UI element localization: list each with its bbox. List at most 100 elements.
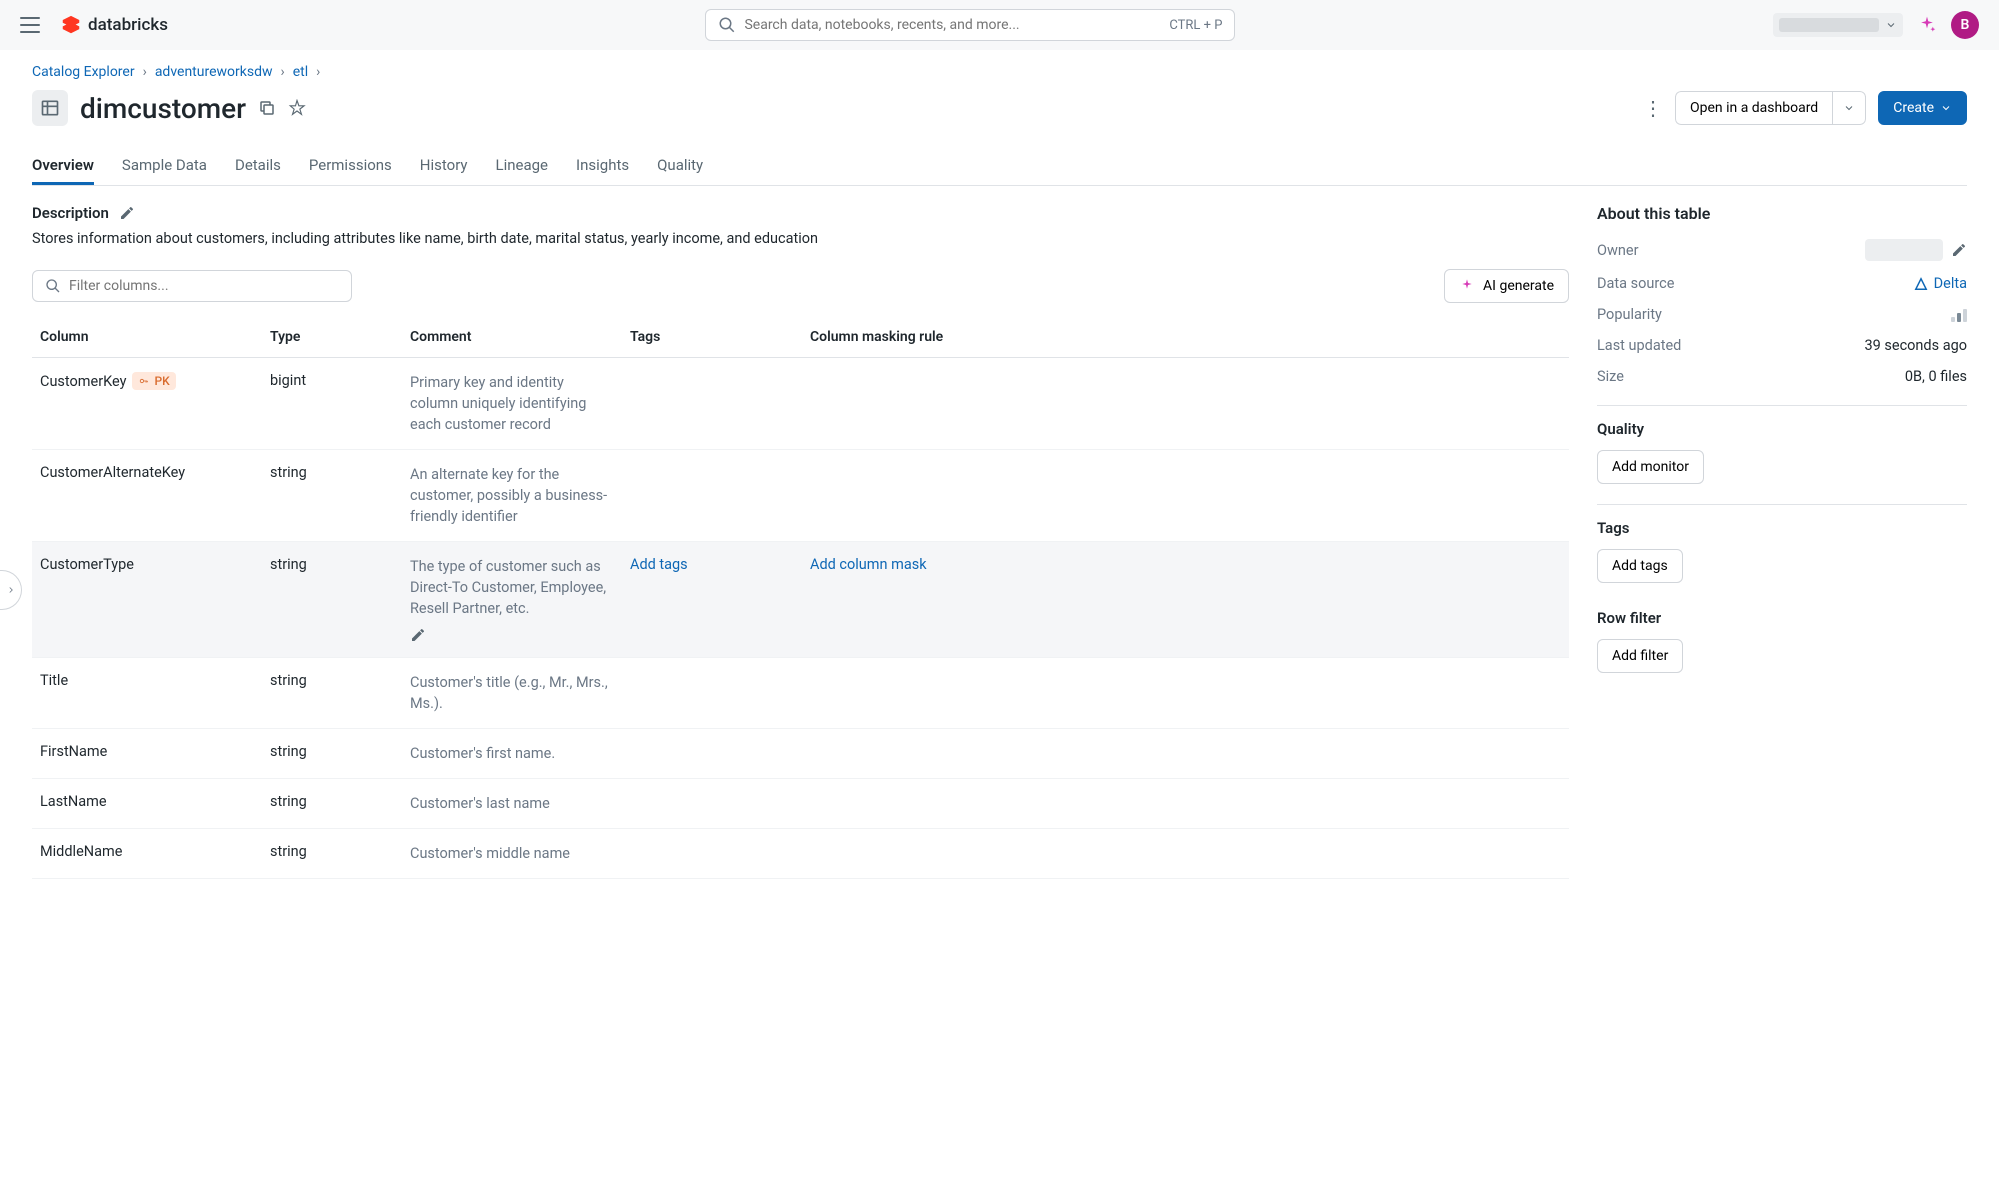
tab-details[interactable]: Details	[235, 148, 281, 185]
copy-icon[interactable]	[258, 99, 276, 117]
tags-section-title: Tags	[1597, 504, 1967, 537]
filter-row: AI generate	[32, 269, 1569, 303]
breadcrumb-item[interactable]: adventureworksdw	[155, 64, 273, 80]
description-text: Stores information about customers, incl…	[32, 230, 1569, 247]
open-dashboard-button[interactable]: Open in a dashboard	[1675, 91, 1832, 125]
about-title: About this table	[1597, 204, 1967, 223]
size-label: Size	[1597, 368, 1624, 385]
table-row[interactable]: LastName string Customer's last name	[32, 779, 1569, 829]
last-updated-value: 39 seconds ago	[1865, 337, 1968, 354]
create-button[interactable]: Create	[1878, 91, 1967, 125]
search-wrap: CTRL + P	[188, 9, 1753, 41]
column-comment: Customer's first name.	[410, 743, 610, 764]
tabs: Overview Sample Data Details Permissions…	[32, 148, 1967, 186]
tab-history[interactable]: History	[420, 148, 468, 185]
tab-permissions[interactable]: Permissions	[309, 148, 392, 185]
column-type: string	[262, 542, 402, 658]
column-name: MiddleName	[32, 829, 262, 879]
search-icon	[45, 278, 61, 294]
popularity-bars	[1951, 308, 1967, 322]
add-monitor-button[interactable]: Add monitor	[1597, 450, 1704, 484]
column-comment: An alternate key for the customer, possi…	[410, 464, 610, 527]
tab-lineage[interactable]: Lineage	[496, 148, 549, 185]
open-dashboard-split: Open in a dashboard	[1675, 91, 1866, 125]
column-name: CustomerAlternateKey	[32, 450, 262, 542]
tab-overview[interactable]: Overview	[32, 148, 94, 185]
column-comment: Primary key and identity column uniquely…	[410, 372, 610, 435]
col-header-mask[interactable]: Column masking rule	[802, 317, 1569, 358]
tab-quality[interactable]: Quality	[657, 148, 703, 185]
column-comment: The type of customer such as Direct-To C…	[410, 556, 610, 643]
add-tags-link[interactable]: Add tags	[630, 556, 688, 573]
column-type: string	[262, 729, 402, 779]
last-updated-label: Last updated	[1597, 337, 1681, 354]
table-row[interactable]: CustomerAlternateKey string An alternate…	[32, 450, 1569, 542]
title-left: dimcustomer	[32, 90, 306, 126]
col-header-type[interactable]: Type	[262, 317, 402, 358]
user-avatar[interactable]: B	[1951, 11, 1979, 39]
column-type: string	[262, 779, 402, 829]
column-comment: Customer's middle name	[410, 843, 610, 864]
col-header-comment[interactable]: Comment	[402, 317, 622, 358]
size-value: 0B, 0 files	[1905, 368, 1967, 385]
table-row[interactable]: CustomerType string The type of customer…	[32, 542, 1569, 658]
pencil-icon[interactable]	[119, 205, 135, 221]
search-shortcut: CTRL + P	[1169, 18, 1222, 33]
columns-table: Column Type Comment Tags Column masking …	[32, 317, 1569, 879]
ai-generate-button[interactable]: AI generate	[1444, 269, 1569, 303]
table-icon	[32, 90, 68, 126]
add-filter-button[interactable]: Add filter	[1597, 639, 1683, 673]
workspace-dropdown[interactable]	[1773, 13, 1903, 37]
quality-section-title: Quality	[1597, 405, 1967, 438]
column-comment: Customer's title (e.g., Mr., Mrs., Ms.).	[410, 672, 610, 714]
content: Description Stores information about cus…	[32, 204, 1967, 879]
hamburger-icon[interactable]	[20, 17, 40, 33]
breadcrumb-item[interactable]: etl	[293, 64, 308, 80]
col-header-column[interactable]: Column	[32, 317, 262, 358]
add-tags-button[interactable]: Add tags	[1597, 549, 1683, 583]
chevron-right-icon: ›	[316, 64, 320, 80]
data-source-label: Data source	[1597, 275, 1674, 292]
brand-logo[interactable]: databricks	[60, 14, 168, 36]
search-input[interactable]	[744, 17, 1161, 33]
title-actions: ⋮ Open in a dashboard Create	[1643, 91, 1967, 125]
star-icon[interactable]	[288, 99, 306, 117]
pencil-icon[interactable]	[410, 627, 426, 643]
table-row[interactable]: MiddleName string Customer's middle name	[32, 829, 1569, 879]
owner-value	[1865, 239, 1943, 261]
table-row[interactable]: FirstName string Customer's first name.	[32, 729, 1569, 779]
sparkle-icon[interactable]	[1917, 15, 1937, 35]
main: Catalog Explorer › adventureworksdw › et…	[0, 50, 1999, 893]
table-row[interactable]: CustomerKeyPK bigint Primary key and ide…	[32, 358, 1569, 450]
column-type: string	[262, 658, 402, 729]
chevron-down-icon	[1940, 102, 1952, 114]
breadcrumb: Catalog Explorer › adventureworksdw › et…	[32, 64, 1967, 80]
title-row: dimcustomer ⋮ Open in a dashboard Create	[32, 90, 1967, 126]
chevron-right-icon: ›	[143, 64, 147, 80]
table-row[interactable]: Title string Customer's title (e.g., Mr.…	[32, 658, 1569, 729]
right-column: About this table Owner Data source Delta…	[1597, 204, 1967, 879]
brand-name: databricks	[88, 15, 168, 35]
add-mask-link[interactable]: Add column mask	[810, 556, 927, 573]
global-search[interactable]: CTRL + P	[705, 9, 1235, 41]
filter-input[interactable]	[69, 278, 339, 294]
tab-sample-data[interactable]: Sample Data	[122, 148, 207, 185]
tab-insights[interactable]: Insights	[576, 148, 629, 185]
col-header-tags[interactable]: Tags	[622, 317, 802, 358]
column-name: Title	[32, 658, 262, 729]
open-dashboard-dropdown[interactable]	[1832, 91, 1866, 125]
pencil-icon[interactable]	[1951, 242, 1967, 258]
kebab-menu-icon[interactable]: ⋮	[1643, 98, 1663, 118]
column-name: CustomerKeyPK	[32, 358, 262, 450]
owner-label: Owner	[1597, 242, 1638, 259]
data-source-value[interactable]: Delta	[1914, 275, 1967, 292]
delta-icon	[1914, 277, 1928, 291]
breadcrumb-item[interactable]: Catalog Explorer	[32, 64, 135, 80]
filter-columns[interactable]	[32, 270, 352, 302]
chevron-down-icon	[1843, 102, 1855, 114]
column-comment: Customer's last name	[410, 793, 610, 814]
chevron-right-icon: ›	[281, 64, 285, 80]
search-icon	[718, 16, 736, 34]
column-type: string	[262, 829, 402, 879]
column-type: bigint	[262, 358, 402, 450]
